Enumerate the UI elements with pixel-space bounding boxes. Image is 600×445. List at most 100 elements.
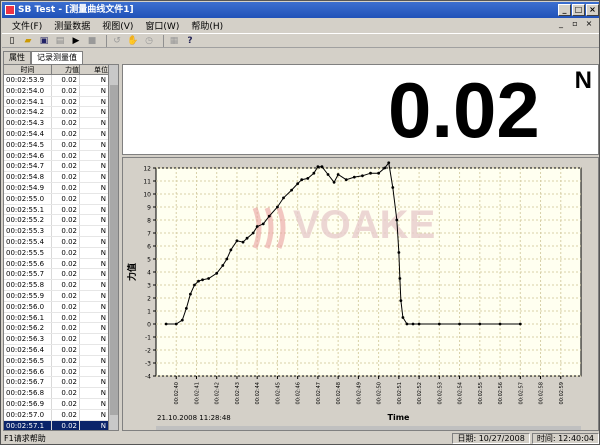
table-row[interactable]: 00:02:57.1 0.02 N <box>4 420 109 430</box>
cell-force: 0.02 <box>52 409 80 420</box>
play-icon[interactable]: ▶ <box>70 35 82 47</box>
data-point <box>395 218 399 222</box>
title-bar[interactable]: SB Test - [测量曲线文件1] _ □ × <box>2 2 599 18</box>
table-row[interactable]: 00:02:56.1 0.02 N <box>4 312 109 324</box>
cell-force: 0.02 <box>52 334 80 344</box>
cell-unit: N <box>80 301 109 312</box>
table-row[interactable]: 00:02:55.8 0.02 N <box>4 280 109 291</box>
maximize-button[interactable]: □ <box>572 4 585 16</box>
print-icon[interactable]: ▤ <box>54 35 66 47</box>
help-icon[interactable]: ? <box>184 35 196 47</box>
y-tick-label: 8 <box>147 218 151 225</box>
table-row[interactable]: 00:02:54.8 0.02 N <box>4 172 109 183</box>
column-header-force[interactable]: 力值 <box>52 65 80 74</box>
table-row[interactable]: 00:02:54.5 0.02 N <box>4 139 109 151</box>
table-row[interactable]: 00:02:54.9 0.02 N <box>4 182 109 194</box>
x-tick-label: 00:02:58 <box>539 382 545 404</box>
minimize-button[interactable]: _ <box>558 4 571 16</box>
cell-unit: N <box>80 226 109 236</box>
table-row[interactable]: 00:02:56.9 0.02 N <box>4 398 109 410</box>
cell-unit: N <box>80 312 109 323</box>
export-icon[interactable]: ▦ <box>168 35 180 47</box>
mdi-minimize-button[interactable]: _ <box>555 18 567 30</box>
table-row[interactable]: 00:02:56.4 0.02 N <box>4 344 109 356</box>
table-row[interactable]: 00:02:57.0 0.02 N <box>4 409 109 421</box>
scrollbar-thumb[interactable] <box>110 85 118 415</box>
cell-time: 00:02:56.9 <box>4 398 52 409</box>
table-row[interactable]: 00:02:54.6 0.02 N <box>4 150 109 162</box>
data-point <box>369 171 372 175</box>
table-row[interactable]: 00:02:55.7 0.02 N <box>4 269 109 281</box>
open-icon[interactable]: ▰ <box>22 35 34 47</box>
table-row[interactable]: 00:02:54.3 0.02 N <box>4 118 109 129</box>
pan-icon[interactable]: ✋ <box>127 35 139 47</box>
x-tick-label: 00:02:59 <box>559 382 565 404</box>
table-row[interactable]: 00:02:54.2 0.02 N <box>4 107 109 119</box>
cell-force: 0.02 <box>52 377 80 388</box>
cell-force: 0.02 <box>52 139 80 150</box>
close-button[interactable]: × <box>586 4 599 16</box>
table-row[interactable]: 00:02:55.6 0.02 N <box>4 258 109 270</box>
table-row[interactable]: 00:02:55.0 0.02 N <box>4 193 109 205</box>
table-row[interactable]: 00:02:55.4 0.02 N <box>4 236 109 248</box>
table-row[interactable]: 00:02:56.5 0.02 N <box>4 355 109 367</box>
cell-force: 0.02 <box>52 85 80 96</box>
vertical-scrollbar[interactable] <box>108 65 118 430</box>
zoom-icon[interactable]: ↺ <box>111 35 123 47</box>
x-tick-label: 00:02:43 <box>235 382 241 404</box>
table-row[interactable]: 00:02:56.7 0.02 N <box>4 377 109 389</box>
column-header-time[interactable]: 时间 <box>4 65 52 74</box>
table-row[interactable]: 00:02:56.8 0.02 N <box>4 388 109 399</box>
column-header-unit[interactable]: 单位 <box>80 65 109 74</box>
table-row[interactable]: 00:02:54.1 0.02 N <box>4 96 109 108</box>
data-point <box>391 186 395 189</box>
menu-view[interactable]: 视图(V) <box>96 19 139 32</box>
table-row[interactable]: 00:02:56.0 0.02 N <box>4 301 109 313</box>
table-row[interactable]: 00:02:55.1 0.02 N <box>4 204 109 216</box>
table-row[interactable]: 00:02:55.2 0.02 N <box>4 215 109 227</box>
cell-time: 00:02:55.9 <box>4 290 52 301</box>
refresh-icon[interactable]: ◷ <box>143 35 155 47</box>
table-row[interactable]: 00:02:55.3 0.02 N <box>4 226 109 237</box>
table-row[interactable]: 00:02:56.6 0.02 N <box>4 366 109 378</box>
data-point <box>290 188 293 192</box>
status-time: 时间: 12:40:04 <box>531 433 599 444</box>
cell-force: 0.02 <box>52 226 80 236</box>
force-time-chart[interactable]: -4-3-2-1012345678910111200:02:40 00:02:41… <box>123 158 600 432</box>
table-row[interactable]: 00:02:56.3 0.02 N <box>4 334 109 345</box>
x-tick-label: 00:02:55 <box>478 382 484 404</box>
save-icon[interactable]: ▣ <box>38 35 50 47</box>
mdi-close-button[interactable]: × <box>583 18 595 30</box>
menu-window[interactable]: 窗口(W) <box>139 19 185 32</box>
mdi-restore-button[interactable]: ▫ <box>569 18 581 30</box>
menu-help[interactable]: 帮助(H) <box>185 19 229 32</box>
cell-force: 0.02 <box>52 204 80 215</box>
data-point <box>401 316 405 319</box>
table-row[interactable]: 00:02:55.9 0.02 N <box>4 290 109 302</box>
cell-force: 0.02 <box>52 388 80 398</box>
chart-scrollbar[interactable] <box>156 426 581 430</box>
table-row[interactable]: 00:02:54.0 0.02 N <box>4 85 109 97</box>
x-tick-label: 00:02:50 <box>377 382 383 404</box>
new-icon[interactable]: ▯ <box>6 35 18 47</box>
cell-force: 0.02 <box>52 366 80 377</box>
cell-time: 00:02:56.2 <box>4 323 52 334</box>
stop-icon[interactable]: ■ <box>86 35 98 47</box>
table-row[interactable]: 00:02:54.7 0.02 N <box>4 161 109 173</box>
cell-unit: N <box>80 388 109 398</box>
table-row[interactable]: 00:02:56.2 0.02 N <box>4 323 109 335</box>
table-row[interactable]: 00:02:53.9 0.02 N <box>4 75 109 86</box>
tab-properties[interactable]: 属性 <box>3 51 31 64</box>
data-point <box>417 322 421 326</box>
cell-unit: N <box>80 193 109 204</box>
table-row[interactable]: 00:02:54.4 0.02 N <box>4 128 109 140</box>
table-row[interactable]: 00:02:55.5 0.02 N <box>4 247 109 259</box>
data-point <box>326 173 330 176</box>
tab-recorded-values[interactable]: 记录测量值 <box>31 51 83 64</box>
menu-file[interactable]: 文件(F) <box>6 19 48 32</box>
cell-unit: N <box>80 344 109 355</box>
menu-measure-data[interactable]: 测量数据 <box>48 19 96 32</box>
data-point <box>387 161 391 165</box>
cell-unit: N <box>80 355 109 366</box>
cell-unit: N <box>80 107 109 118</box>
